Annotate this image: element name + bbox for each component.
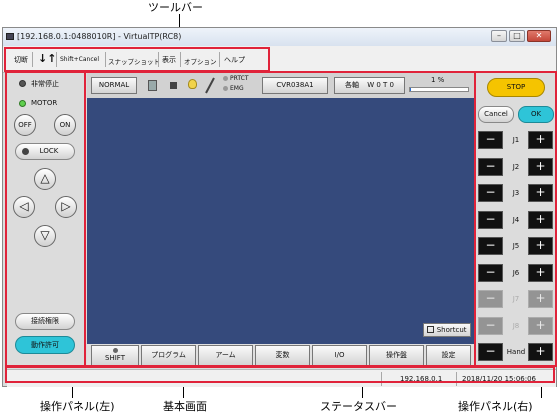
window-title: [192.168.0.1:0488010R] - VirtualTP(RC8) [17,32,182,41]
maximize-button[interactable]: □ [509,30,525,42]
title-bar: [192.168.0.1:0488010R] - VirtualTP(RC8) … [3,28,556,46]
main-screen-highlight [84,71,476,367]
status-bar-callout: ステータスバー [320,400,397,413]
toolbar-callout: ツールバー [148,1,203,14]
right-panel-callout: 操作パネル(右) [458,400,533,413]
status-bar-highlight [5,366,555,383]
left-panel-callout: 操作パネル(左) [40,400,115,413]
right-panel-highlight [474,71,557,367]
app-icon [6,33,14,40]
main-screen-callout: 基本画面 [163,400,207,413]
left-panel-highlight [5,71,86,367]
minimize-button[interactable]: – [491,30,507,42]
close-button[interactable]: ✕ [527,30,551,42]
toolbar-highlight [4,47,270,72]
